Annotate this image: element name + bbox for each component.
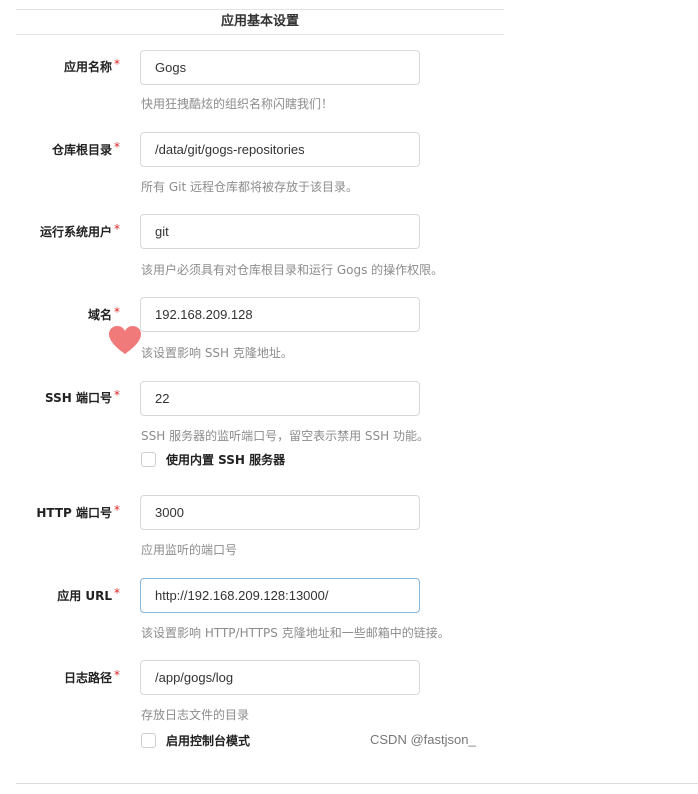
http-port-input[interactable] — [140, 495, 420, 530]
domain-help: 该设置影响 SSH 克隆地址。 — [141, 346, 293, 360]
heart-icon — [109, 326, 141, 354]
log-path-label: 日志路径 * — [63, 668, 120, 685]
console-mode-checkbox-label[interactable]: 启用控制台模式 — [166, 732, 250, 749]
install-settings-page: 应用基本设置 应用名称* 快用狂拽酷炫的组织名称闪瞎我们！ 仓库根目录* 所有 … — [0, 0, 698, 794]
builtin-ssh-checkbox-label[interactable]: 使用内置 SSH 服务器 — [166, 451, 285, 468]
app-url-help: 该设置影响 HTTP/HTTPS 克隆地址和一些邮箱中的链接。 — [141, 626, 450, 640]
log-path-help: 存放日志文件的目录 — [141, 708, 250, 722]
required-marker: * — [114, 388, 120, 402]
app-url-label: 应用 URL * — [57, 586, 120, 603]
app-url-input[interactable] — [140, 578, 420, 613]
required-marker: * — [114, 305, 120, 319]
divider — [16, 783, 698, 784]
builtin-ssh-option[interactable]: 使用内置 SSH 服务器 — [141, 451, 285, 468]
app-name-input[interactable] — [140, 50, 420, 85]
ssh-port-input[interactable] — [140, 381, 420, 416]
log-path-input[interactable] — [140, 660, 420, 695]
required-marker: * — [114, 140, 120, 154]
repo-root-input[interactable] — [140, 132, 420, 167]
ssh-port-label: SSH 端口号 * — [45, 388, 120, 405]
section-title: 应用基本设置 — [16, 9, 504, 35]
run-user-label: 运行系统用户 * — [39, 222, 120, 239]
required-marker: * — [114, 503, 120, 517]
watermark: CSDN @fastjson_ — [370, 732, 476, 747]
domain-label: 域名 * — [87, 305, 120, 322]
required-marker: * — [114, 586, 120, 600]
app-name-help: 快用狂拽酷炫的组织名称闪瞎我们！ — [141, 97, 334, 111]
http-port-label: HTTP 端口号 * — [36, 503, 120, 520]
run-user-help: 该用户必须具有对仓库根目录和运行 Gogs 的操作权限。 — [141, 263, 444, 277]
console-mode-checkbox[interactable] — [141, 733, 156, 748]
http-port-help: 应用监听的端口号 — [141, 543, 238, 557]
console-mode-option[interactable]: 启用控制台模式 — [141, 732, 250, 749]
required-marker: * — [114, 57, 120, 71]
required-marker: * — [114, 222, 120, 236]
builtin-ssh-checkbox[interactable] — [141, 452, 156, 467]
required-marker: * — [114, 668, 120, 682]
run-user-input[interactable] — [140, 214, 420, 249]
repo-root-label: 仓库根目录 * — [51, 140, 120, 157]
domain-input[interactable] — [140, 297, 420, 332]
repo-root-help: 所有 Git 远程仓库都将被存放于该目录。 — [141, 180, 358, 194]
ssh-port-help: SSH 服务器的监听端口号，留空表示禁用 SSH 功能。 — [141, 429, 429, 443]
app-name-label: 应用名称 * — [63, 57, 120, 74]
